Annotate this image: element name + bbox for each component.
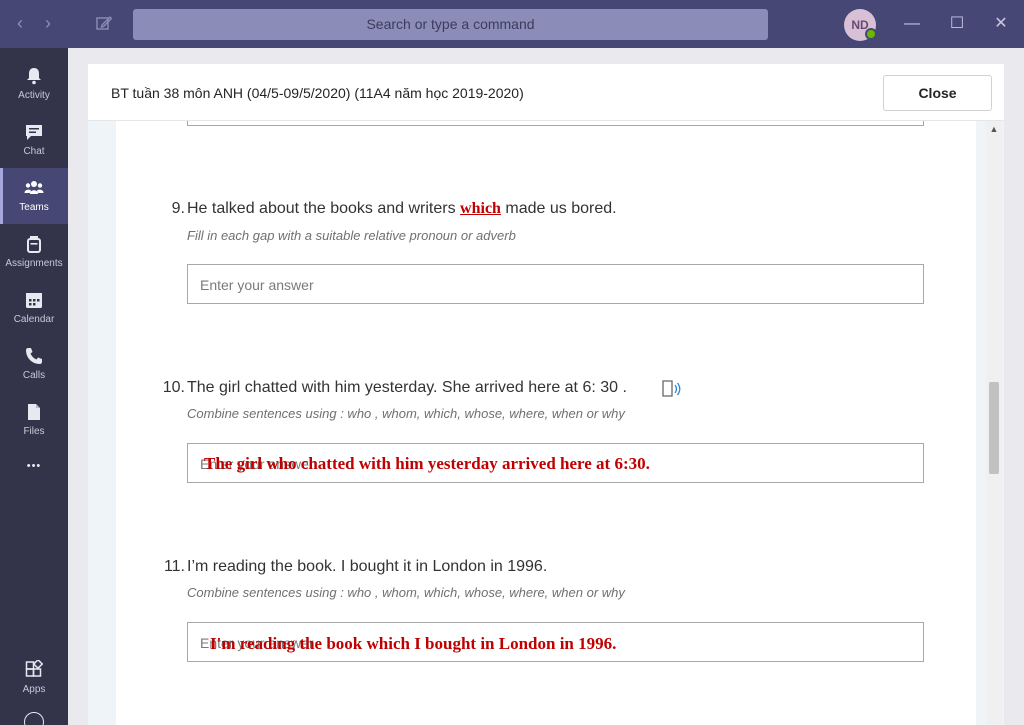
bell-icon xyxy=(27,68,41,85)
question-number: 10. xyxy=(162,379,185,396)
answer-input[interactable]: Enter your answer I'm reading the book w… xyxy=(187,622,924,662)
rail-item-assignments[interactable]: Assignments xyxy=(0,224,68,280)
calendar-icon xyxy=(26,293,42,308)
rail-item-activity[interactable]: Activity xyxy=(0,56,68,112)
question-text: He talked about the books and writers wh… xyxy=(187,200,617,218)
written-answer: I'm reading the book which I bought in L… xyxy=(210,634,617,653)
question-text: I’m reading the book. I bought it in Lon… xyxy=(187,558,548,575)
more-icon: ••• xyxy=(26,460,42,472)
close-button[interactable]: Close xyxy=(883,75,992,111)
rail-item-files[interactable]: Files xyxy=(0,392,68,448)
written-answer: The girl who chatted with him yesterday … xyxy=(204,454,650,473)
rail-item-calendar[interactable]: Calendar xyxy=(0,280,68,336)
rail-label: Apps xyxy=(22,684,46,695)
scroll-up-arrow-icon[interactable]: ▲ xyxy=(986,121,1002,137)
rail-label: Calendar xyxy=(13,314,55,325)
rail-label: Assignments xyxy=(5,258,63,269)
rail-item-chat[interactable]: Chat xyxy=(0,112,68,168)
rail-label: Chat xyxy=(23,146,45,157)
question-text-start: He talked about the books and writers xyxy=(187,200,461,217)
rail-label: Activity xyxy=(18,90,50,101)
close-window-icon[interactable]: ✕ xyxy=(989,12,1013,36)
chat-icon xyxy=(26,125,42,140)
handwritten-inline-answer: which xyxy=(460,200,501,217)
question-number: 11. xyxy=(163,558,185,575)
dialog-header: BT tuần 38 môn ANH (04/5-09/5/2020) (11A… xyxy=(88,64,1004,121)
question-hint: Combine sentences using : who , whom, wh… xyxy=(187,406,625,421)
scrollbar-thumb[interactable] xyxy=(989,382,999,474)
answer-placeholder: Enter your answer xyxy=(200,277,314,293)
rail-label: Teams xyxy=(19,202,49,213)
maximize-icon[interactable]: ☐ xyxy=(945,12,969,36)
question-hint: Combine sentences using : who , whom, wh… xyxy=(187,585,625,600)
rail-label: Files xyxy=(23,426,45,437)
minimize-icon[interactable]: — xyxy=(900,12,924,36)
rail-item-apps[interactable]: Apps xyxy=(0,650,68,706)
question-text-end: made us bored. xyxy=(500,200,617,217)
rail-item-teams[interactable]: Teams xyxy=(0,168,68,224)
dialog-title: BT tuần 38 môn ANH (04/5-09/5/2020) (11A… xyxy=(111,85,524,101)
more-apps-button[interactable]: ••• xyxy=(0,448,68,492)
question-hint: Fill in each gap with a suitable relativ… xyxy=(187,228,516,243)
teams-icon xyxy=(24,181,44,194)
immersive-reader-icon[interactable] xyxy=(661,379,683,399)
scrollbar[interactable]: ▲ xyxy=(986,121,1002,725)
app-rail: Activity Chat Teams Assignments Calendar… xyxy=(0,48,68,725)
previous-answer-box[interactable] xyxy=(187,121,924,126)
form-dialog: BT tuần 38 môn ANH (04/5-09/5/2020) (11A… xyxy=(88,64,1004,725)
compose-icon[interactable] xyxy=(94,13,114,33)
question-text: The girl chatted with him yesterday. She… xyxy=(187,379,627,396)
presence-status-icon xyxy=(865,28,877,40)
search-input[interactable]: Search or type a command xyxy=(133,9,768,40)
dialog-content: 9. He talked about the books and writers… xyxy=(88,121,1004,725)
phone-icon xyxy=(26,348,42,364)
assignments-icon xyxy=(27,236,41,253)
title-bar: ‹ › Search or type a command ND — ☐ ✕ xyxy=(0,0,1024,48)
rail-label: Calls xyxy=(22,370,46,381)
answer-input[interactable]: Enter your answer The girl who chatted w… xyxy=(187,443,924,483)
answer-input[interactable]: Enter your answer xyxy=(187,264,924,304)
forward-arrow-icon[interactable]: › xyxy=(38,12,58,34)
question-number: 9. xyxy=(171,200,185,217)
apps-icon xyxy=(25,660,44,677)
help-icon[interactable] xyxy=(24,712,44,725)
rail-item-calls[interactable]: Calls xyxy=(0,336,68,392)
form-panel: 9. He talked about the books and writers… xyxy=(116,121,976,725)
files-icon xyxy=(28,404,40,420)
back-arrow-icon[interactable]: ‹ xyxy=(10,12,30,34)
